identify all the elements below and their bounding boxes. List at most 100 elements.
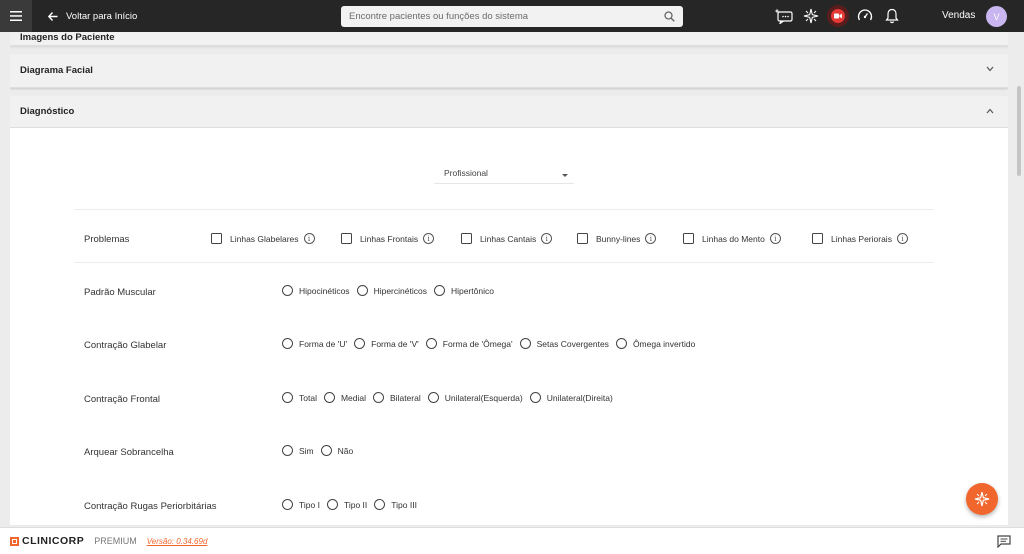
scrollbar-thumb[interactable]: [1017, 86, 1021, 176]
panel-header-diagrama-facial[interactable]: Diagrama Facial: [10, 54, 1008, 88]
radio-option[interactable]: Setas Covergentes: [519, 338, 609, 349]
radio[interactable]: [373, 392, 385, 403]
sparkle-button[interactable]: [799, 4, 823, 28]
back-to-home-link[interactable]: Voltar para Início: [48, 11, 137, 22]
radio-option[interactable]: Tipo II: [326, 499, 367, 510]
info-icon[interactable]: i: [896, 233, 908, 244]
checkbox[interactable]: [461, 233, 472, 244]
checkbox-linhas-do-mento[interactable]: Linhas do Mento i: [683, 233, 781, 244]
info-icon[interactable]: i: [769, 233, 781, 244]
speedometer-icon: [857, 9, 873, 21]
search-icon[interactable]: [664, 11, 675, 22]
radio-option[interactable]: Tipo I: [282, 499, 320, 510]
info-icon[interactable]: i: [541, 233, 553, 244]
checkbox-linhas-glabelares[interactable]: Linhas Glabelares i: [211, 233, 315, 244]
panel-header-imagens[interactable]: Imagens do Paciente: [10, 32, 1008, 46]
checkbox-label: Linhas do Mento: [702, 233, 765, 244]
radio-option[interactable]: Forma de 'Ômega': [425, 338, 513, 349]
radio-option[interactable]: Não: [320, 445, 354, 456]
radio[interactable]: [425, 338, 437, 349]
radio-option[interactable]: Ômega invertido: [615, 338, 695, 349]
radio-option[interactable]: Total: [282, 392, 317, 403]
radio[interactable]: [282, 338, 293, 349]
radio[interactable]: [519, 338, 531, 349]
radio-option[interactable]: Forma de 'U': [282, 338, 347, 349]
rugas-periorbitarias-label: Contração Rugas Periorbitárias: [84, 501, 217, 512]
ai-chat-button[interactable]: [772, 4, 796, 28]
panel-title-imagens: Imagens do Paciente: [20, 32, 115, 43]
checkbox-label: Linhas Cantais: [480, 233, 537, 244]
radio-option[interactable]: Hipocinéticos: [282, 285, 350, 296]
radio[interactable]: [615, 338, 627, 349]
version-link[interactable]: Versão: 0.34.69d: [147, 537, 208, 546]
checkbox[interactable]: [812, 233, 823, 244]
checkbox-linhas-frontais[interactable]: Linhas Frontais i: [341, 233, 435, 244]
radio-option[interactable]: Forma de 'V': [354, 338, 419, 349]
info-icon[interactable]: i: [423, 233, 435, 244]
search-box[interactable]: [341, 6, 683, 27]
radio[interactable]: [323, 392, 335, 403]
radio[interactable]: [282, 392, 293, 403]
radio-option[interactable]: Hipercinéticos: [356, 285, 427, 296]
radio-option[interactable]: Sim: [282, 445, 314, 456]
info-icon[interactable]: i: [645, 233, 657, 244]
radio[interactable]: [433, 285, 445, 296]
profissional-select[interactable]: Profissional: [434, 158, 574, 184]
radio-option[interactable]: Medial: [323, 392, 367, 403]
radio[interactable]: [326, 499, 338, 510]
top-bar: Voltar para Início Vendas V: [0, 0, 1024, 32]
checkbox-label: Bunny-lines: [596, 233, 641, 244]
checkbox-linhas-periorais[interactable]: Linhas Periorais i: [812, 233, 908, 244]
divider: [74, 209, 934, 210]
radio-label: Hipertônico: [450, 285, 494, 296]
radio-label: Hipocinéticos: [299, 285, 350, 296]
contracao-frontal-label: Contração Frontal: [84, 394, 161, 405]
info-icon[interactable]: i: [303, 233, 315, 244]
radio-label: Não: [337, 445, 354, 456]
record-button[interactable]: [826, 4, 850, 28]
radio[interactable]: [282, 285, 293, 296]
radio-label: Setas Covergentes: [536, 338, 609, 349]
chevron-down-icon[interactable]: [986, 66, 994, 72]
avatar[interactable]: V: [986, 6, 1007, 27]
radio[interactable]: [427, 392, 439, 403]
checkbox[interactable]: [683, 233, 694, 244]
checkbox[interactable]: [341, 233, 352, 244]
chevron-down-icon: [562, 174, 568, 177]
radio-label: Bilateral: [390, 392, 421, 403]
checkbox-bunny-lines[interactable]: Bunny-lines i: [577, 233, 657, 244]
radio-label: Medial: [340, 392, 367, 403]
search-input[interactable]: [349, 11, 664, 22]
menu-button[interactable]: [0, 0, 32, 32]
ai-assistant-fab[interactable]: [966, 483, 998, 515]
radio[interactable]: [320, 445, 332, 456]
user-name[interactable]: Vendas: [942, 10, 975, 21]
radio-label: Unilateral(Direita): [546, 392, 613, 403]
radio-option[interactable]: Unilateral(Esquerda): [427, 392, 523, 403]
diagnostico-form: Profissional Problemas Linhas Glabelares…: [10, 128, 1008, 525]
radio[interactable]: [356, 285, 368, 296]
menu-icon: [10, 11, 22, 21]
chat-icon[interactable]: [997, 535, 1011, 548]
bell-icon: [885, 8, 899, 24]
radio[interactable]: [374, 499, 386, 510]
radio[interactable]: [282, 499, 293, 510]
radio[interactable]: [354, 338, 366, 349]
radio[interactable]: [282, 445, 293, 456]
radio-option[interactable]: Bilateral: [373, 392, 421, 403]
checkbox[interactable]: [577, 233, 588, 244]
radio-option[interactable]: Tipo III: [374, 499, 417, 510]
radio-option[interactable]: Unilateral(Direita): [529, 392, 613, 403]
sparkle-icon: [974, 491, 990, 507]
ai-chat-icon: [774, 8, 793, 24]
chevron-up-icon[interactable]: [986, 108, 994, 114]
notifications-button[interactable]: [880, 4, 904, 28]
checkbox-linhas-cantais[interactable]: Linhas Cantais i: [461, 233, 553, 244]
scrollbar[interactable]: [1014, 32, 1024, 525]
radio-label: Sim: [299, 445, 314, 456]
checkbox[interactable]: [211, 233, 222, 244]
radio[interactable]: [529, 392, 541, 403]
panel-header-diagnostico[interactable]: Diagnóstico: [10, 96, 1008, 128]
radio-option[interactable]: Hipertônico: [433, 285, 494, 296]
dashboard-button[interactable]: [853, 4, 877, 28]
